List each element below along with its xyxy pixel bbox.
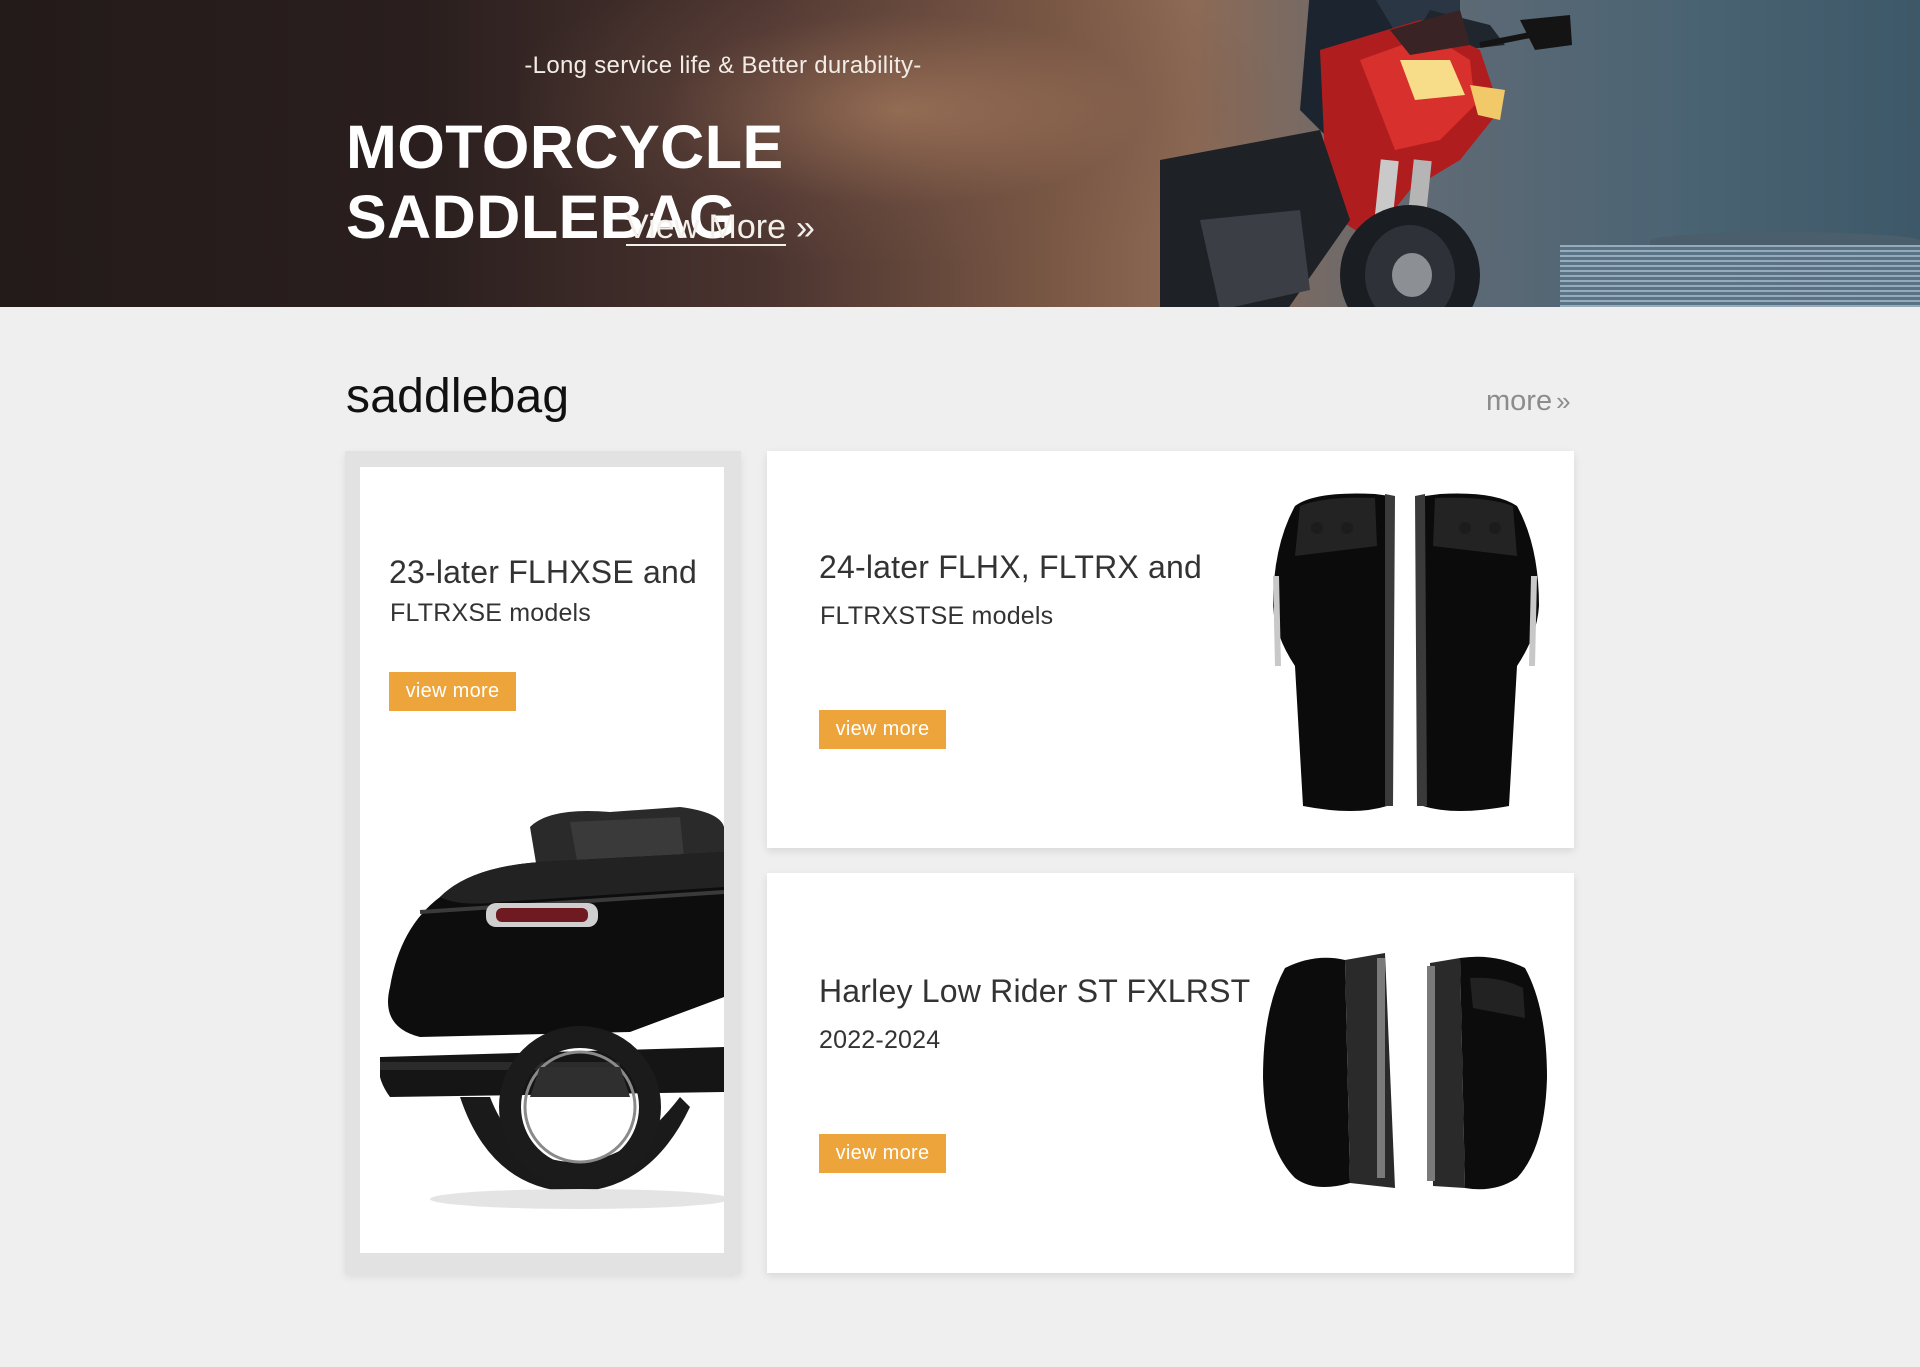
card-subtitle: 2022-2024 bbox=[819, 1026, 941, 1054]
hero-view-more-link[interactable]: View More » bbox=[626, 208, 815, 247]
section-more-label: more bbox=[1486, 385, 1553, 417]
hero-motorcycle-image bbox=[1160, 0, 1572, 307]
section-title: saddlebag bbox=[346, 370, 570, 423]
product-card[interactable]: 24-later FLHX, FLTRX and FLTRXSTSE model… bbox=[767, 451, 1574, 848]
saddlebag-pair-image bbox=[1273, 493, 1539, 811]
card-title: 23-later FLHXSE and bbox=[389, 554, 697, 590]
hero-banner: -Long service life & Better durability- … bbox=[0, 0, 1920, 307]
card-subtitle: FLTRXSE models bbox=[390, 599, 592, 627]
view-more-button[interactable]: view more bbox=[389, 672, 516, 711]
hero-view-more-label: View More bbox=[626, 208, 786, 246]
hero-subtitle: -Long service life & Better durability- bbox=[524, 52, 922, 79]
hero-sea bbox=[1560, 245, 1920, 307]
touring-bike-saddlebag-image bbox=[380, 807, 724, 1209]
view-more-button[interactable]: view more bbox=[819, 1134, 946, 1173]
product-card-tall-inner: 23-later FLHXSE and FLTRXSE models view … bbox=[360, 467, 724, 1253]
section-more-link[interactable]: more » bbox=[1486, 385, 1571, 418]
view-more-button[interactable]: view more bbox=[819, 710, 946, 749]
double-chevron-right-icon: » bbox=[796, 208, 815, 247]
card-title: 24-later FLHX, FLTRX and bbox=[819, 549, 1203, 585]
saddlebag-pair-open-image bbox=[1263, 953, 1547, 1190]
product-card[interactable]: Harley Low Rider ST FXLRST 2022-2024 vie… bbox=[767, 873, 1574, 1273]
card-title: Harley Low Rider ST FXLRST bbox=[819, 973, 1251, 1009]
double-chevron-right-icon: » bbox=[1556, 386, 1571, 416]
card-subtitle: FLTRXSTSE models bbox=[820, 602, 1054, 630]
product-card-tall[interactable]: 23-later FLHXSE and FLTRXSE models view … bbox=[345, 451, 741, 1274]
